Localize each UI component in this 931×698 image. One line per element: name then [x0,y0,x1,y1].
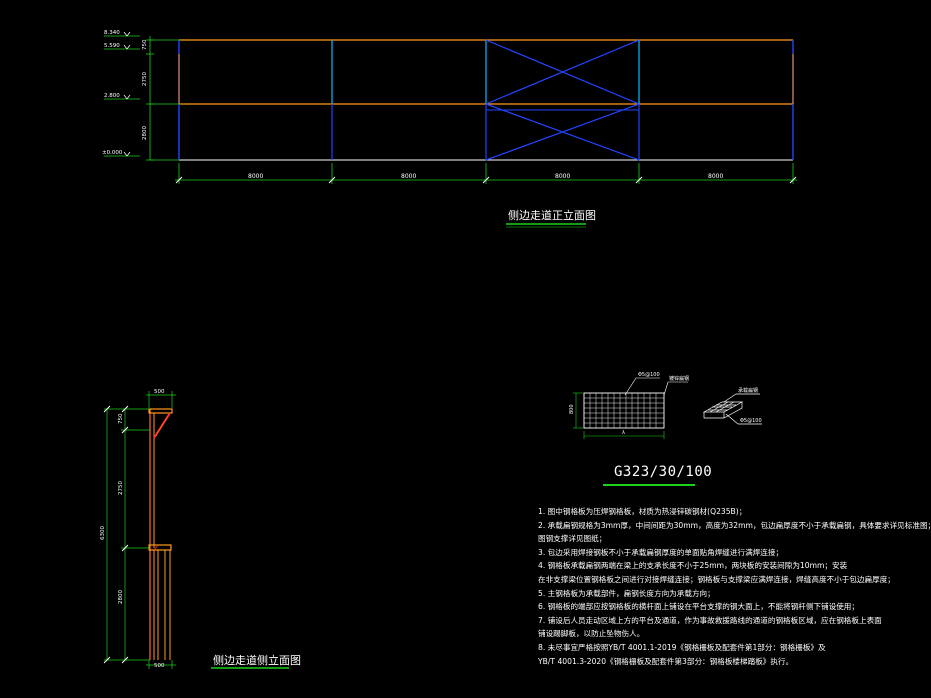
grating-model-underline [603,484,695,486]
grating-iso-label-bottom: Φ5@100 [740,418,762,424]
grating-model-title: G323/30/100 [614,464,713,480]
span-label-3: 8000 [555,173,570,180]
side-vertical-dimensions [104,408,150,661]
front-elevation-title: 侧边走道正立面图 [508,208,596,222]
side-height-3: 2800 [118,590,124,604]
front-vertical-dimension [146,36,179,161]
span-label-1: 8000 [248,173,263,180]
note-line-11: 8. 未尽事宜严格按照YB/T 4001.1-2019《钢格栅板及配套件第1部分… [538,642,826,652]
span-label-4: 8000 [708,173,723,180]
side-height-2: 2750 [118,481,124,495]
grating-label-edge: 镀锌扁钢 [669,375,689,382]
level-ticks [123,31,131,157]
grating-dim-bottom: λ [622,430,625,436]
front-height-3: 2800 [142,126,148,140]
note-line-5: 4. 钢格板承载扁钢两端在梁上的支承长度不小于25mm，两块板的安装间隙为10m… [538,561,848,571]
note-line-2: 2. 承载扁钢规格为3mm厚，中间间距为30mm，高度为32mm，包边扁厚度不小… [538,520,931,530]
side-top-width: 500 [154,389,165,395]
side-brace [153,412,171,439]
note-line-8: 6. 钢格板的端部应按钢格板的横杆面上铺设在平台支撑的钢大面上，不能将钢杆侧下铺… [538,602,859,612]
front-elevation: 8.340 5.590 2.800 ±0.000 750 2750 2800 8… [102,30,797,228]
front-height-1: 750 [142,39,148,50]
note-line-4: 3. 包边采用焊接钢板不小于承载扁钢厚度的单面贴角焊缝进行满焊连接； [538,547,784,557]
note-line-9: 7. 铺设后人员走动区域上方的平台及通道，作为事故救援路线的通道的钢格板区域，应… [538,615,882,625]
side-elevation: 500 6300 750 2750 2800 500 侧边走道侧立面图 [100,389,301,669]
side-height-1: 750 [118,413,124,424]
grating-iso-label-top: 承载扁钢 [738,387,758,394]
span-label-2: 8000 [401,173,416,180]
level-label-1: 8.340 [104,30,120,36]
grating-grid [584,393,664,428]
front-span-dimension [175,163,797,184]
upper-platform [148,408,173,414]
grating-dims [573,392,665,439]
level-label-2: 5.590 [104,43,120,49]
note-line-6: 在非支撑梁位置钢格板之间进行对接焊缝连接；钢格板与支撑梁应满焊连接，焊缝高度不小… [538,574,895,584]
side-total-height: 6300 [100,526,106,540]
grating-label-main: Φ5@100 [638,372,660,378]
front-height-2: 2750 [142,72,148,86]
note-line-1: 1. 图中钢格板为压焊钢格板，材质为热浸锌碳钢材(Q235B)； [538,507,747,516]
general-notes: 1. 图中钢格板为压焊钢格板，材质为热浸锌碳钢材(Q235B)； 2. 承载扁钢… [538,505,931,668]
note-line-10: 铺设踢脚板，以防止坠物伤人。 [538,629,645,639]
side-bottom-width: 500 [154,663,165,669]
note-line-3: 图钢支撑详见图纸； [538,534,607,544]
side-dim-ticks [103,405,129,664]
note-line-7: 5. 主钢格板为承载部件，扁钢长度方向为承载方向； [538,588,715,598]
level-label-4: ±0.000 [102,150,123,156]
grating-detail: Φ5@100 镀锌扁钢 800 λ 承载扁钢 Φ5@100 [569,372,762,439]
level-label-3: 2.800 [104,93,120,99]
note-line-12: YB/T 4001.3-2020《钢格栅板及配套件第3部分：钢格板楼梯踏板》执行… [538,656,794,666]
grating-dim-left: 800 [569,404,575,414]
lower-platform [148,544,172,551]
side-elevation-title: 侧边走道侧立面图 [213,653,301,667]
